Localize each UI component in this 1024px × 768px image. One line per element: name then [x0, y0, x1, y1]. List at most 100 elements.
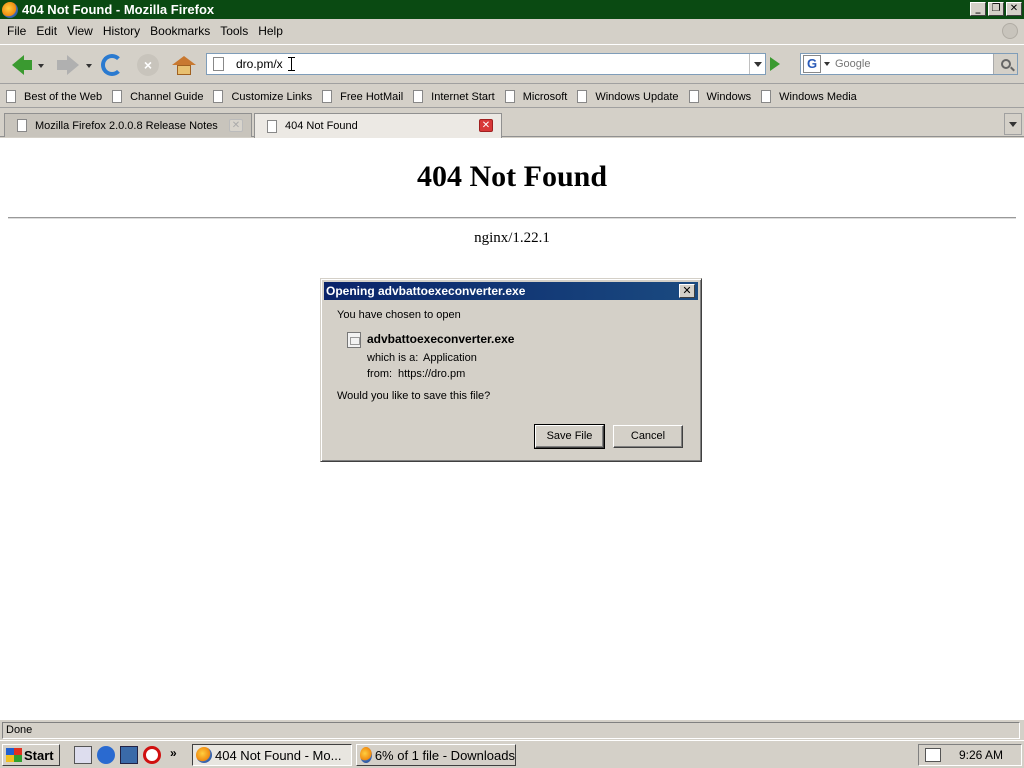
show-desktop-icon[interactable]: [74, 746, 92, 764]
home-button[interactable]: [170, 51, 198, 79]
network-icon[interactable]: [120, 746, 138, 764]
menu-history[interactable]: History: [98, 24, 145, 38]
bookmark-channel-guide[interactable]: Channel Guide: [112, 90, 203, 103]
stop-button[interactable]: ×: [134, 51, 162, 79]
quicklaunch-chevron[interactable]: »: [170, 746, 177, 760]
page-icon: [213, 90, 224, 103]
bookmark-customize-links[interactable]: Customize Links: [213, 90, 312, 103]
bookmark-windows[interactable]: Windows: [688, 90, 751, 103]
bookmarks-toolbar: Best of the Web Channel Guide Customize …: [0, 86, 1024, 108]
dialog-close-button[interactable]: ✕: [679, 284, 695, 298]
tab-close-button[interactable]: ✕: [229, 119, 243, 132]
chevron-down-icon: [1009, 121, 1017, 127]
menu-edit[interactable]: Edit: [31, 24, 62, 38]
page-icon: [504, 90, 515, 103]
bookmark-label: Free HotMail: [340, 90, 404, 103]
bookmark-windows-media[interactable]: Windows Media: [761, 90, 857, 103]
internet-explorer-icon[interactable]: [97, 746, 115, 764]
stop-icon: ×: [137, 54, 159, 76]
home-icon: [172, 56, 196, 75]
bookmark-microsoft[interactable]: Microsoft: [504, 90, 568, 103]
menu-view[interactable]: View: [62, 24, 98, 38]
address-bar[interactable]: dro.pm/x: [206, 53, 766, 75]
taskbar-item-label: 404 Not Found - Mo...: [215, 747, 342, 763]
page-heading: 404 Not Found: [416, 160, 608, 193]
bookmark-label: Internet Start: [431, 90, 495, 103]
opera-icon[interactable]: [143, 746, 161, 764]
bookmark-label: Windows Media: [779, 90, 857, 103]
divider: [8, 217, 1016, 219]
back-history-dropdown[interactable]: [38, 64, 44, 68]
tab-404-not-found[interactable]: 404 Not Found ✕: [254, 113, 502, 138]
search-box: G: [800, 53, 1018, 75]
firefox-icon: [360, 747, 372, 763]
bookmark-internet-start[interactable]: Internet Start: [413, 90, 495, 103]
bookmark-windows-update[interactable]: Windows Update: [577, 90, 679, 103]
firefox-icon: [2, 1, 18, 18]
clock[interactable]: 9:26 AM: [959, 748, 1003, 762]
page-icon: [413, 90, 424, 103]
tab-close-button[interactable]: ✕: [479, 119, 493, 132]
search-input[interactable]: [835, 58, 985, 70]
navigation-toolbar: × dro.pm/x G: [0, 44, 1024, 84]
bookmark-free-hotmail[interactable]: Free HotMail: [322, 90, 403, 103]
page-icon: [17, 119, 27, 132]
google-engine-icon[interactable]: G: [803, 55, 821, 73]
dialog-filename: advbattoexeconverter.exe: [367, 332, 515, 346]
bookmark-label: Microsoft: [522, 90, 568, 103]
menubar: File Edit View History Bookmarks Tools H…: [0, 20, 1024, 42]
menu-file[interactable]: File: [2, 24, 31, 38]
tab-bar: Mozilla Firefox 2.0.0.8 Release Notes ✕ …: [0, 109, 1024, 138]
magnifier-icon: [1000, 59, 1011, 69]
forward-button[interactable]: [52, 51, 80, 79]
forward-history-dropdown[interactable]: [86, 64, 92, 68]
url-text: dro.pm/x: [236, 57, 283, 71]
cancel-button[interactable]: Cancel: [613, 425, 683, 448]
url-history-dropdown[interactable]: [749, 54, 765, 74]
back-button[interactable]: [4, 51, 32, 79]
tab-list-button[interactable]: [1004, 113, 1022, 135]
page-icon: [6, 90, 16, 103]
firefox-icon: [196, 747, 212, 763]
status-panel: [2, 722, 1020, 739]
text-cursor-icon: [288, 57, 295, 71]
status-bar: Done: [0, 719, 1024, 740]
menu-tools[interactable]: Tools: [215, 24, 253, 38]
close-window-button[interactable]: ✕: [1006, 2, 1022, 16]
tab-label: 404 Not Found: [285, 120, 358, 132]
dialog-title: Opening advbattoexeconverter.exe: [326, 284, 526, 298]
system-tray: 9:26 AM: [918, 744, 1022, 766]
bookmark-label: Windows Update: [595, 90, 679, 103]
start-button[interactable]: Start: [2, 744, 60, 766]
dialog-intro: You have chosen to open: [337, 309, 461, 321]
minimize-button[interactable]: _: [970, 2, 986, 16]
dialog-question: Would you like to save this file?: [337, 390, 491, 402]
bookmark-best-of-the-web[interactable]: Best of the Web: [6, 90, 102, 103]
restore-button[interactable]: ❐: [988, 2, 1004, 16]
reload-button[interactable]: [98, 51, 126, 79]
network-tray-icon[interactable]: [925, 748, 941, 762]
page-icon: [761, 90, 772, 103]
taskbar-item-firefox[interactable]: 404 Not Found - Mo...: [192, 744, 352, 766]
go-button[interactable]: [770, 57, 780, 71]
search-button[interactable]: [993, 54, 1017, 74]
dialog-titlebar[interactable]: Opening advbattoexeconverter.exe ✕: [324, 282, 698, 300]
window-title: 404 Not Found - Mozilla Firefox: [22, 2, 215, 17]
download-dialog: Opening advbattoexeconverter.exe ✕ You h…: [320, 278, 702, 462]
taskbar-item-downloads[interactable]: 6% of 1 file - Downloads: [356, 744, 516, 766]
page-icon: [688, 90, 699, 103]
save-file-button[interactable]: Save File: [534, 424, 605, 449]
executable-file-icon: [347, 332, 361, 348]
tab-release-notes[interactable]: Mozilla Firefox 2.0.0.8 Release Notes ✕: [4, 113, 252, 137]
menu-help[interactable]: Help: [253, 24, 288, 38]
file-type-label: which is a:: [367, 352, 419, 364]
start-label: Start: [24, 747, 54, 763]
search-engine-dropdown[interactable]: [824, 62, 830, 66]
bookmark-label: Best of the Web: [24, 90, 103, 103]
forward-arrow-icon: [57, 55, 79, 75]
bookmark-label: Customize Links: [231, 90, 313, 103]
window-titlebar[interactable]: 404 Not Found - Mozilla Firefox _ ❐ ✕: [0, 0, 1024, 19]
menu-bookmarks[interactable]: Bookmarks: [145, 24, 215, 38]
tab-label: Mozilla Firefox 2.0.0.8 Release Notes: [35, 119, 218, 132]
page-icon: [213, 57, 224, 71]
